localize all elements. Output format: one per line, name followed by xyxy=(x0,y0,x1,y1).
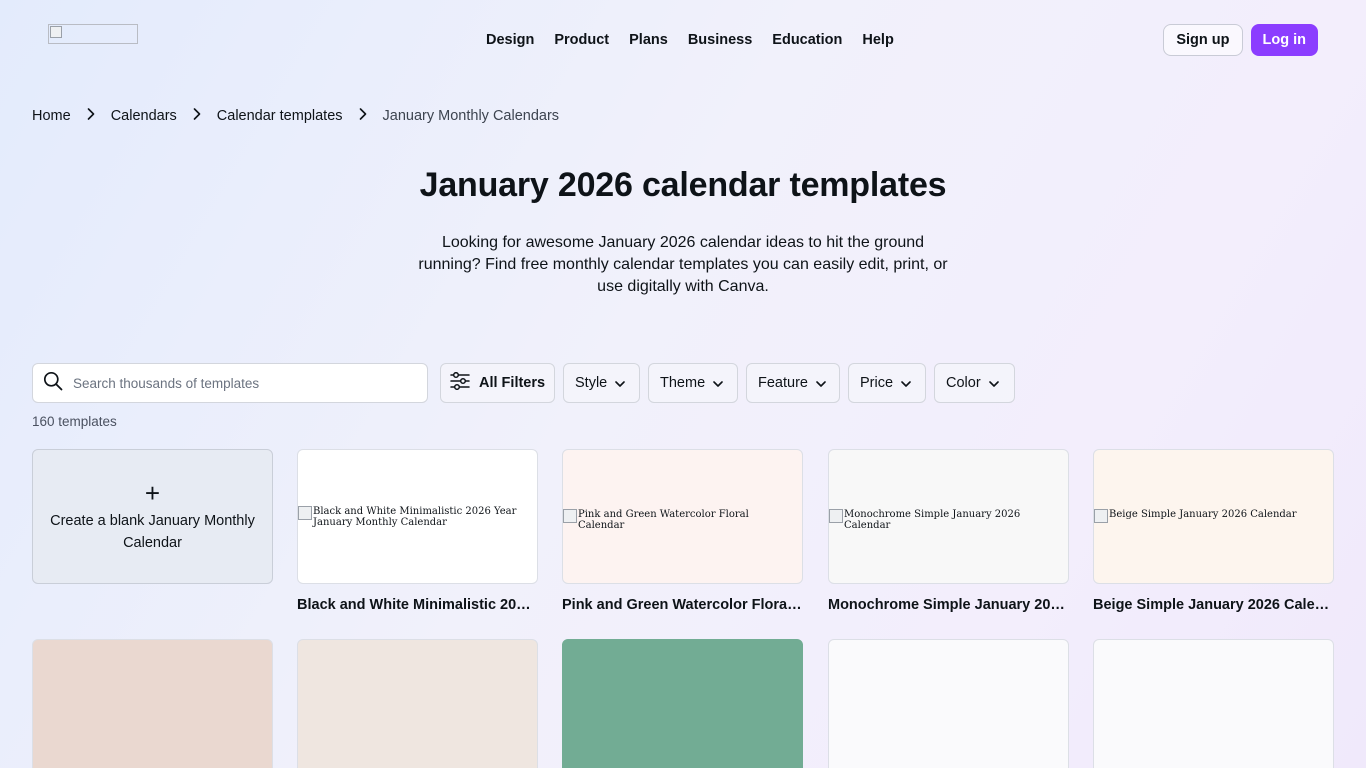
auth-buttons: Sign up Log in xyxy=(1163,24,1318,56)
template-thumbnail-alt: Beige Simple January 2026 Calendar xyxy=(1094,509,1329,523)
broken-image-icon xyxy=(563,509,577,523)
breadcrumb-calendar-templates[interactable]: Calendar templates xyxy=(217,106,343,126)
main-nav: Design Product Plans Business Education … xyxy=(486,30,914,50)
template-thumbnail-alt: Black and White Minimalistic 2026 Year J… xyxy=(298,506,528,528)
chevron-right-icon xyxy=(177,106,217,126)
theme-filter-label: Theme xyxy=(660,375,706,391)
template-title[interactable]: Monochrome Simple January 2026 Calendar xyxy=(828,595,1069,615)
create-blank-card[interactable]: + Create a blank January Monthly Calenda… xyxy=(32,449,273,584)
template-card[interactable] xyxy=(562,639,803,768)
template-card[interactable]: Black and White Minimalistic 2026 Year J… xyxy=(297,449,538,584)
template-alt-text: Monochrome Simple January 2026 Calendar xyxy=(844,509,1021,531)
signup-button[interactable]: Sign up xyxy=(1163,24,1243,56)
plus-icon: + xyxy=(144,477,161,508)
template-card[interactable] xyxy=(1093,639,1334,768)
template-alt-text: Black and White Minimalistic 2026 Year J… xyxy=(313,506,517,528)
page-title: January 2026 calendar templates xyxy=(419,166,947,204)
template-card[interactable]: Monochrome Simple January 2026 Calendar xyxy=(828,449,1069,584)
search-box[interactable] xyxy=(32,363,428,403)
nav-help[interactable]: Help xyxy=(862,30,893,50)
site-header: Design Product Plans Business Education … xyxy=(0,0,1366,80)
feature-filter-label: Feature xyxy=(758,375,808,391)
chevron-down-icon xyxy=(901,375,911,391)
all-filters-button[interactable]: All Filters xyxy=(440,363,555,403)
breadcrumb-home[interactable]: Home xyxy=(32,106,71,126)
template-card[interactable] xyxy=(297,639,538,768)
broken-image-icon xyxy=(50,26,62,38)
nav-education[interactable]: Education xyxy=(772,30,842,50)
filter-sliders-icon xyxy=(450,371,470,394)
create-blank-label: Create a blank January Monthly Calendar xyxy=(50,512,255,551)
style-filter-dropdown[interactable]: Style xyxy=(563,363,640,403)
template-card[interactable]: Beige Simple January 2026 Calendar xyxy=(1093,449,1334,584)
nav-design[interactable]: Design xyxy=(486,30,534,50)
breadcrumb-calendars[interactable]: Calendars xyxy=(111,106,177,126)
template-alt-text: Pink and Green Watercolor Floral Calenda… xyxy=(578,509,749,531)
price-filter-dropdown[interactable]: Price xyxy=(848,363,926,403)
broken-image-icon xyxy=(298,506,312,520)
breadcrumb-current: January Monthly Calendars xyxy=(382,108,560,124)
nav-plans[interactable]: Plans xyxy=(629,30,668,50)
feature-filter-dropdown[interactable]: Feature xyxy=(746,363,840,403)
template-title[interactable]: Beige Simple January 2026 Calendar xyxy=(1093,595,1334,615)
search-input[interactable] xyxy=(73,375,403,391)
color-filter-label: Color xyxy=(946,375,981,391)
template-thumbnail-alt: Pink and Green Watercolor Floral Calenda… xyxy=(563,509,798,531)
chevron-down-icon xyxy=(816,375,826,391)
style-filter-label: Style xyxy=(575,375,608,391)
price-filter-label: Price xyxy=(860,375,894,391)
theme-filter-dropdown[interactable]: Theme xyxy=(648,363,738,403)
chevron-right-icon xyxy=(71,106,111,126)
chevron-down-icon xyxy=(713,375,723,391)
login-button[interactable]: Log in xyxy=(1250,24,1318,56)
nav-product[interactable]: Product xyxy=(554,30,609,50)
chevron-down-icon xyxy=(988,375,999,391)
chevron-down-icon xyxy=(615,375,626,391)
template-card[interactable] xyxy=(828,639,1069,768)
template-alt-text: Beige Simple January 2026 Calendar xyxy=(1109,509,1297,520)
logo-image[interactable] xyxy=(48,24,138,44)
page-subtitle: Looking for awesome January 2026 calenda… xyxy=(418,234,948,295)
search-icon xyxy=(33,371,63,396)
template-card[interactable]: Pink and Green Watercolor Floral Calenda… xyxy=(562,449,803,584)
breadcrumb: Home Calendars Calendar templates Januar… xyxy=(32,106,559,126)
chevron-right-icon xyxy=(343,106,383,126)
template-thumbnail-alt: Monochrome Simple January 2026 Calendar xyxy=(829,509,1064,531)
broken-image-icon xyxy=(1094,509,1108,523)
nav-business[interactable]: Business xyxy=(688,30,752,50)
template-title[interactable]: Pink and Green Watercolor Floral Calenda… xyxy=(562,595,803,615)
template-count: 160 templates xyxy=(32,414,117,429)
broken-image-icon xyxy=(829,509,843,523)
template-title[interactable]: Black and White Minimalistic 2026 Year J… xyxy=(297,595,538,615)
all-filters-label: All Filters xyxy=(479,375,546,391)
template-card[interactable] xyxy=(32,639,273,768)
color-filter-dropdown[interactable]: Color xyxy=(934,363,1015,403)
